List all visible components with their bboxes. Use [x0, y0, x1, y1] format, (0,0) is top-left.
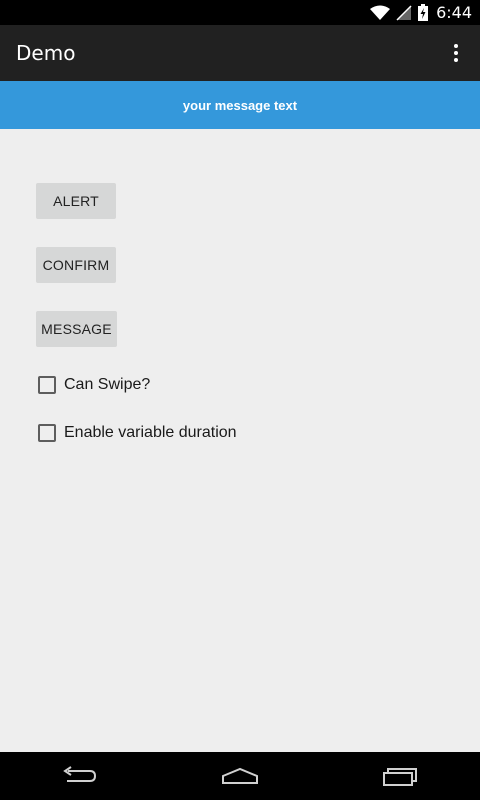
home-icon: [222, 767, 258, 784]
crouton-message[interactable]: your message text: [0, 81, 480, 129]
can-swipe-checkbox[interactable]: [38, 376, 56, 394]
can-swipe-checkbox-row[interactable]: Can Swipe?: [38, 375, 150, 395]
action-bar: Demo: [0, 25, 480, 81]
recents-button[interactable]: [368, 760, 432, 792]
back-icon: [63, 766, 97, 782]
signal-icon: [396, 4, 412, 21]
navigation-bar: [0, 752, 480, 800]
variable-duration-checkbox[interactable]: [38, 424, 56, 442]
status-bar: 6:44: [0, 0, 480, 25]
overflow-menu-icon-dot: [454, 51, 458, 55]
status-icons: 6:44: [370, 0, 472, 25]
home-button[interactable]: [208, 760, 272, 792]
message-button[interactable]: MESSAGE: [36, 311, 117, 347]
can-swipe-label: Can Swipe?: [64, 376, 151, 393]
back-button[interactable]: [48, 760, 112, 792]
status-time: 6:44: [436, 3, 472, 22]
wifi-icon: [370, 5, 391, 20]
variable-duration-checkbox-row[interactable]: Enable variable duration: [38, 423, 237, 443]
confirm-button[interactable]: CONFIRM: [36, 247, 116, 283]
app-title: Demo: [16, 41, 76, 65]
battery-charging-icon: [418, 4, 429, 21]
recents-icon: [383, 768, 417, 786]
variable-duration-label: Enable variable duration: [64, 424, 237, 441]
overflow-menu-icon: [454, 44, 458, 48]
overflow-menu-icon-dot: [454, 58, 458, 62]
alert-button[interactable]: ALERT: [36, 183, 116, 219]
crouton-text: your message text: [182, 97, 298, 113]
overflow-menu-button[interactable]: [444, 37, 468, 69]
